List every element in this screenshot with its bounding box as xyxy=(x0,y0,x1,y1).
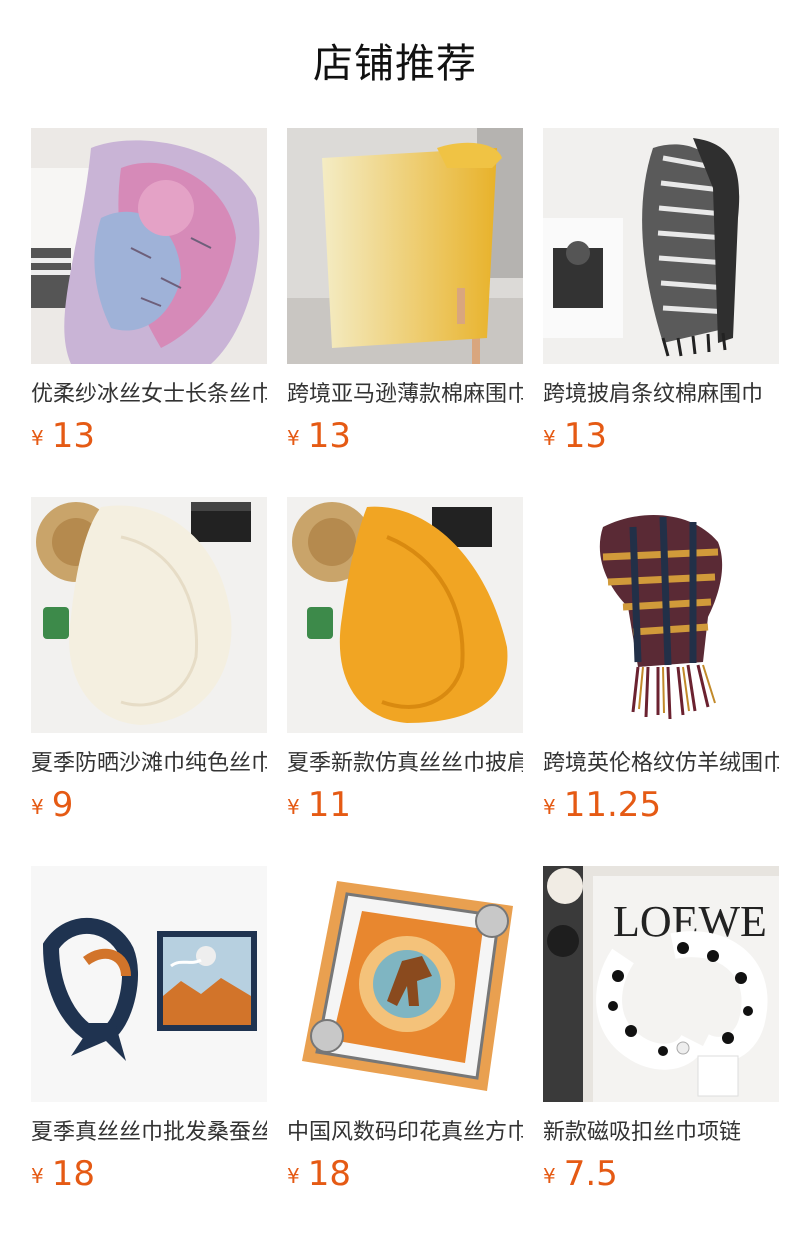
product-image[interactable]: LOEWE xyxy=(543,866,779,1102)
product-price: ¥11 xyxy=(287,785,523,825)
product-name[interactable]: 跨境披肩条纹棉麻围巾 xyxy=(543,378,779,412)
currency-symbol: ¥ xyxy=(31,426,44,450)
product-card[interactable]: 优柔纱冰丝女士长条丝巾 ¥13 xyxy=(31,128,267,497)
product-image[interactable] xyxy=(287,497,523,733)
price-value: 18 xyxy=(51,1154,95,1194)
price-value: 13 xyxy=(51,416,95,456)
price-value: 11 xyxy=(307,785,351,825)
product-price: ¥13 xyxy=(543,416,779,456)
product-image[interactable] xyxy=(543,497,779,733)
currency-symbol: ¥ xyxy=(31,1164,44,1188)
price-value: 11.25 xyxy=(563,785,662,825)
product-price: ¥13 xyxy=(31,416,267,456)
product-image[interactable] xyxy=(543,128,779,364)
currency-symbol: ¥ xyxy=(287,795,300,819)
product-card[interactable]: 跨境亚马逊薄款棉麻围巾 ¥13 xyxy=(287,128,523,497)
product-price: ¥11.25 xyxy=(543,785,779,825)
price-value: 7.5 xyxy=(563,1154,618,1194)
product-card[interactable]: 夏季防晒沙滩巾纯色丝巾 ¥9 xyxy=(31,497,267,866)
product-image[interactable] xyxy=(287,128,523,364)
product-name[interactable]: 夏季新款仿真丝丝巾披肩 xyxy=(287,747,523,781)
currency-symbol: ¥ xyxy=(543,795,556,819)
product-name[interactable]: 中国风数码印花真丝方巾 xyxy=(287,1116,523,1150)
price-value: 13 xyxy=(307,416,351,456)
product-price: ¥18 xyxy=(287,1154,523,1194)
page-title: 店铺推荐 xyxy=(313,41,477,87)
currency-symbol: ¥ xyxy=(287,426,300,450)
currency-symbol: ¥ xyxy=(287,1164,300,1188)
product-image[interactable] xyxy=(31,866,267,1102)
currency-symbol: ¥ xyxy=(31,795,44,819)
product-name[interactable]: 夏季真丝丝巾批发桑蚕丝 xyxy=(31,1116,267,1150)
product-name[interactable]: 跨境亚马逊薄款棉麻围巾 xyxy=(287,378,523,412)
product-image[interactable] xyxy=(287,866,523,1102)
product-card[interactable]: 跨境披肩条纹棉麻围巾 ¥13 xyxy=(543,128,779,497)
product-price: ¥13 xyxy=(287,416,523,456)
currency-symbol: ¥ xyxy=(543,1164,556,1188)
product-card[interactable]: 中国风数码印花真丝方巾 ¥18 xyxy=(287,866,523,1235)
product-price: ¥7.5 xyxy=(543,1154,779,1194)
currency-symbol: ¥ xyxy=(543,426,556,450)
product-grid: 优柔纱冰丝女士长条丝巾 ¥13 跨境亚马逊薄款棉麻围巾 ¥ 13 跨境披肩条纹棉… xyxy=(31,128,779,1235)
price-value: 13 xyxy=(563,416,607,456)
product-card[interactable]: 夏季真丝丝巾批发桑蚕丝 ¥18 xyxy=(31,866,267,1235)
price-value: 9 xyxy=(51,785,74,825)
product-image[interactable] xyxy=(31,497,267,733)
product-name[interactable]: 跨境英伦格纹仿羊绒围巾 xyxy=(543,747,779,781)
product-image[interactable] xyxy=(31,128,267,364)
product-card[interactable]: 跨境英伦格纹仿羊绒围巾 ¥11.25 xyxy=(543,497,779,866)
price-value: 18 xyxy=(307,1154,351,1194)
product-card[interactable]: 夏季新款仿真丝丝巾披肩 ¥11 xyxy=(287,497,523,866)
product-name[interactable]: 优柔纱冰丝女士长条丝巾 xyxy=(31,378,267,412)
product-name[interactable]: 夏季防晒沙滩巾纯色丝巾 xyxy=(31,747,267,781)
product-card[interactable]: LOEWE 新款磁吸扣丝巾项链 ¥7.5 xyxy=(543,866,779,1235)
product-price: ¥18 xyxy=(31,1154,267,1194)
product-name[interactable]: 新款磁吸扣丝巾项链 xyxy=(543,1116,779,1150)
product-price: ¥9 xyxy=(31,785,267,825)
